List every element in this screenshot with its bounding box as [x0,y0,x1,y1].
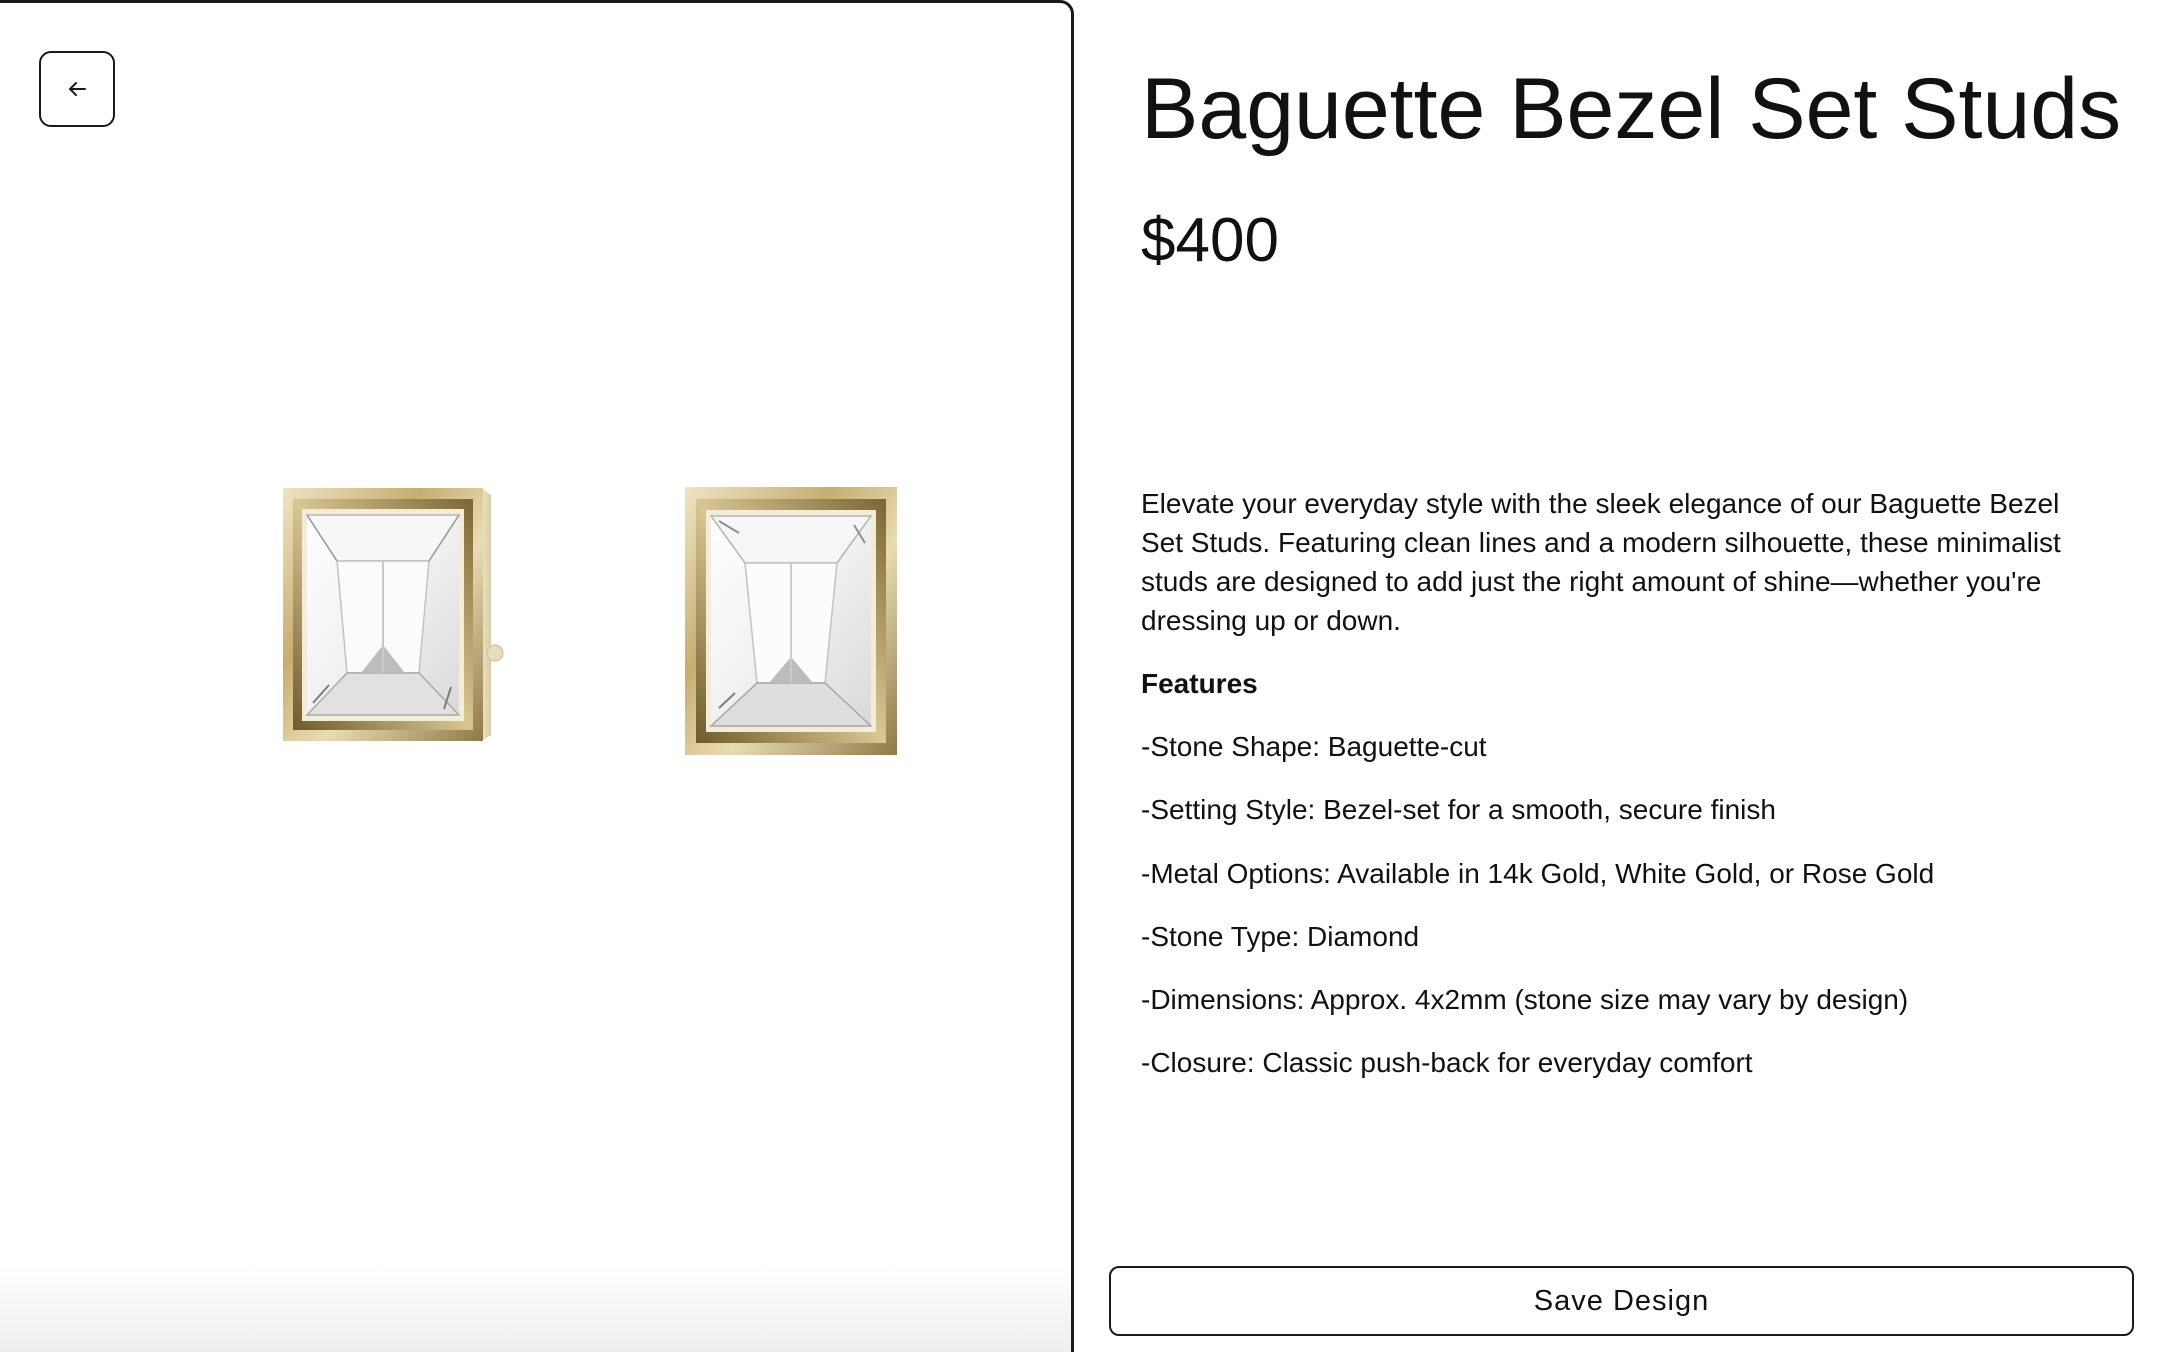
earring-render [283,487,897,755]
left-earring [283,488,504,741]
features-list: -Stone Shape: Baguette-cut -Setting Styl… [1141,729,1934,1109]
feature-item: -Dimensions: Approx. 4x2mm (stone size m… [1141,984,1909,1016]
features-heading: Features [1141,668,1258,699]
viewer-floor-shadow [0,1263,1071,1352]
product-description: Elevate your everyday style with the sle… [1141,488,2061,636]
product-price: $400 [1141,206,1279,275]
product-viewer[interactable] [0,0,1074,1352]
save-design-button[interactable]: Save Design [1109,1266,2134,1336]
back-button[interactable] [39,51,115,127]
right-earring [685,487,897,755]
feature-item: -Setting Style: Bezel-set for a smooth, … [1141,794,1776,826]
feature-item: -Stone Shape: Baguette-cut [1141,731,1487,762]
feature-item: -Metal Options: Available in 14k Gold, W… [1141,857,1935,889]
product-page: Baguette Bezel Set Studs $400 Elevate yo… [0,0,2160,1352]
feature-item: -Stone Type: Diamond [1141,920,1420,952]
feature-item: -Closure: Classic push-back for everyday… [1141,1047,1753,1079]
arrow-left-icon [69,82,86,96]
product-title: Baguette Bezel Set Studs [1141,61,2122,157]
